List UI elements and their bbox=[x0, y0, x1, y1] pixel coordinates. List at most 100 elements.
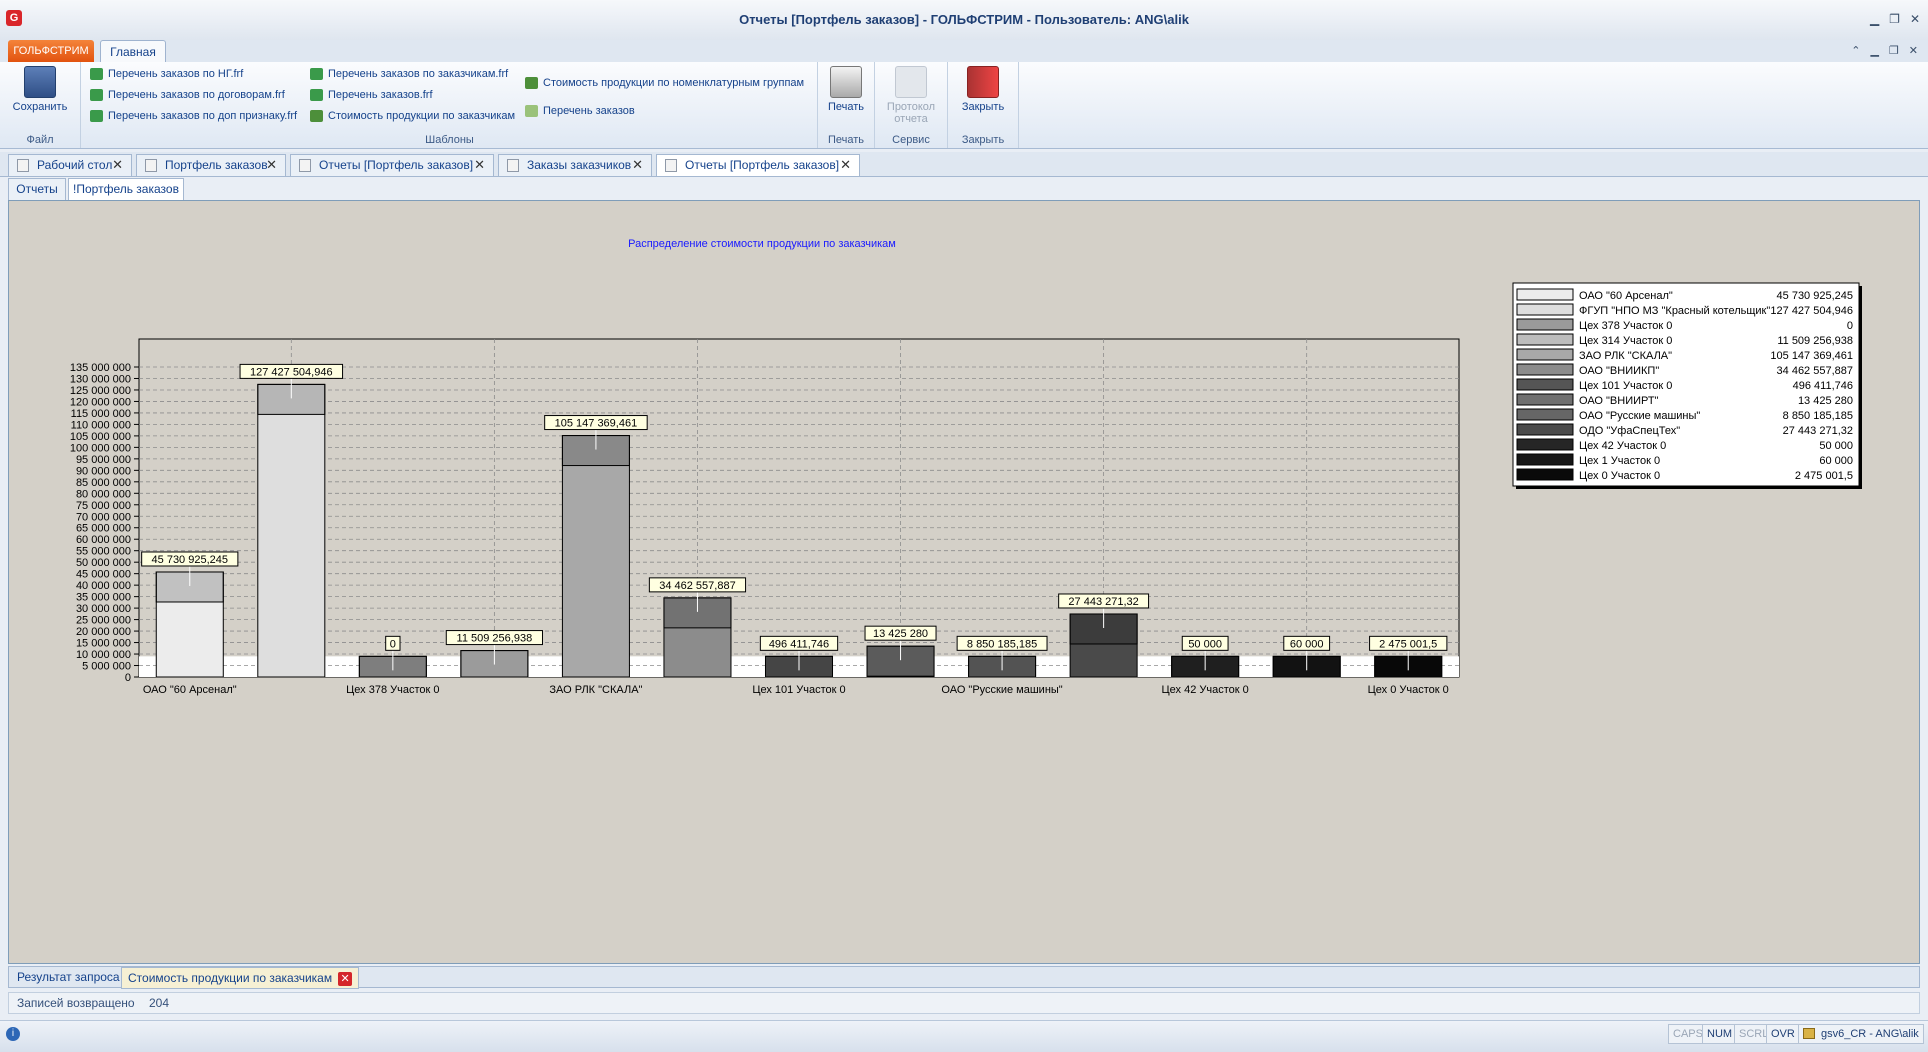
print-button[interactable]: Печать bbox=[816, 66, 876, 113]
close-icon[interactable]: ✕ bbox=[1910, 12, 1920, 26]
template-button-extra[interactable]: Перечень заказов по доп признаку.frf bbox=[90, 107, 297, 125]
data-label: 496 411,746 bbox=[769, 638, 829, 650]
close-tab-icon[interactable]: ✕ bbox=[266, 155, 277, 175]
num-indicator: NUM bbox=[1702, 1024, 1738, 1044]
save-button[interactable]: Сохранить bbox=[10, 66, 70, 113]
legend-value: 34 462 557,887 bbox=[1777, 365, 1853, 377]
legend-entry: ОАО "ВНИИРТ" bbox=[1579, 395, 1659, 407]
legend-swatch bbox=[1516, 423, 1574, 436]
bar-chart-icon bbox=[525, 77, 538, 89]
data-label: 8 850 185,185 bbox=[967, 638, 1037, 650]
template-button-cost-customers[interactable]: Стоимость продукции по заказчикам bbox=[310, 107, 515, 125]
lock-icon bbox=[1803, 1028, 1815, 1039]
legend-entry: ЗАО РЛК "СКАЛА" bbox=[1579, 350, 1672, 362]
tab-chart-cost[interactable]: Стоимость продукции по заказчикам ✕ bbox=[121, 967, 360, 989]
restore-icon[interactable]: ❐ bbox=[1889, 12, 1900, 26]
subtab-reports[interactable]: Отчеты bbox=[8, 178, 66, 200]
tab-reports-1[interactable]: Отчеты [Портфель заказов] ✕ bbox=[290, 154, 494, 176]
template-button-orders-list[interactable]: Перечень заказов bbox=[525, 102, 635, 120]
template-button-cost-groups[interactable]: Стоимость продукции по номенклатурным гр… bbox=[525, 74, 804, 92]
y-tick-label: 130 000 000 bbox=[70, 373, 131, 385]
status-bar: i CAPS NUM SCRL OVR gsv6_CR - ANG\alik bbox=[0, 1020, 1928, 1052]
report-protocol-button[interactable]: Протокол отчета bbox=[881, 66, 941, 125]
mdi-restore-icon[interactable]: ❐ bbox=[1889, 44, 1899, 57]
minimize-icon[interactable]: ▁ bbox=[1870, 12, 1879, 26]
y-tick-label: 90 000 000 bbox=[76, 465, 131, 477]
y-tick-label: 85 000 000 bbox=[76, 477, 131, 489]
legend-value: 13 425 280 bbox=[1798, 395, 1853, 407]
legend-value: 496 411,746 bbox=[1793, 380, 1853, 392]
template-button-orders[interactable]: Перечень заказов.frf bbox=[310, 86, 433, 104]
legend-swatch bbox=[1516, 393, 1574, 406]
y-tick-label: 30 000 000 bbox=[76, 603, 131, 615]
document-icon bbox=[145, 159, 157, 172]
legend-value: 27 443 271,32 bbox=[1783, 425, 1853, 437]
report-icon bbox=[310, 68, 323, 80]
tab-desktop[interactable]: Рабочий стол ✕ bbox=[8, 154, 132, 176]
legend-value: 2 475 001,5 bbox=[1795, 470, 1853, 482]
bar-chart-icon bbox=[310, 110, 323, 122]
y-tick-label: 55 000 000 bbox=[76, 546, 131, 558]
close-tab-icon[interactable]: ✕ bbox=[840, 155, 851, 175]
report-chart-panel: Распределение стоимости продукции по зак… bbox=[8, 200, 1920, 964]
printer-icon bbox=[830, 66, 862, 98]
report-icon bbox=[90, 68, 103, 80]
close-tab-icon[interactable]: ✕ bbox=[474, 155, 485, 175]
close-button[interactable]: Закрыть bbox=[953, 66, 1013, 113]
tab-main[interactable]: Главная bbox=[100, 40, 166, 62]
tab-portfolio[interactable]: Портфель заказов ✕ bbox=[136, 154, 286, 176]
template-button-contracts[interactable]: Перечень заказов по договорам.frf bbox=[90, 86, 285, 104]
y-tick-label: 5 000 000 bbox=[82, 661, 131, 673]
data-label: 127 427 504,946 bbox=[250, 366, 333, 378]
group-label-close: Закрыть bbox=[961, 134, 1005, 146]
y-tick-label: 100 000 000 bbox=[70, 442, 131, 454]
legend-entry: ОАО "60 Арсенал" bbox=[1579, 290, 1673, 302]
tab-query-result[interactable]: Результат запроса bbox=[11, 967, 126, 987]
legend-value: 0 bbox=[1847, 320, 1853, 332]
y-tick-label: 40 000 000 bbox=[76, 580, 131, 592]
data-label: 11 509 256,938 bbox=[457, 633, 533, 645]
ribbon-collapse-icon[interactable]: ⌃ bbox=[1851, 44, 1860, 57]
bar bbox=[257, 383, 326, 678]
app-menu-tab[interactable]: ГОЛЬФСТРИМ bbox=[8, 40, 94, 62]
ribbon-tab-strip: ГОЛЬФСТРИМ Главная ⌃ ▁ ❐ ✕ bbox=[0, 40, 1928, 62]
chart-title: Распределение стоимости продукции по зак… bbox=[628, 238, 896, 250]
tab-customer-orders[interactable]: Заказы заказчиков ✕ bbox=[498, 154, 652, 176]
exit-door-icon bbox=[967, 66, 999, 98]
y-tick-label: 115 000 000 bbox=[71, 408, 131, 420]
template-button-ng[interactable]: Перечень заказов по НГ.frf bbox=[90, 65, 243, 83]
legend-value: 105 147 369,461 bbox=[1770, 350, 1853, 362]
table-icon bbox=[525, 105, 538, 117]
mdi-minimize-icon[interactable]: ▁ bbox=[1870, 44, 1878, 57]
title-bar: G Отчеты [Портфель заказов] - ГОЛЬФСТРИМ… bbox=[0, 0, 1928, 41]
legend-value: 45 730 925,245 bbox=[1777, 290, 1853, 302]
info-icon[interactable]: i bbox=[6, 1027, 20, 1041]
legend-entry: ОАО "ВНИИКП" bbox=[1579, 365, 1659, 377]
legend-entry: ОАО "Русские машины" bbox=[1579, 410, 1700, 422]
group-label-templates: Шаблоны bbox=[425, 134, 474, 146]
legend-entry: Цех 314 Участок 0 bbox=[1579, 335, 1672, 347]
legend-entry: Цех 378 Участок 0 bbox=[1579, 320, 1672, 332]
template-button-customers[interactable]: Перечень заказов по заказчикам.frf bbox=[310, 65, 508, 83]
close-tab-icon[interactable]: ✕ bbox=[338, 971, 353, 986]
mdi-close-icon[interactable]: ✕ bbox=[1909, 44, 1918, 57]
legend-value: 11 509 256,938 bbox=[1777, 335, 1853, 347]
records-bar: Записей возвращено 204 bbox=[8, 992, 1920, 1014]
close-tab-icon[interactable]: ✕ bbox=[112, 155, 123, 175]
group-label-service: Сервис bbox=[892, 134, 930, 146]
close-tab-icon[interactable]: ✕ bbox=[632, 155, 643, 175]
legend-value: 50 000 bbox=[1819, 440, 1853, 452]
subtab-portfolio[interactable]: !Портфель заказов bbox=[68, 178, 184, 200]
ovr-indicator: OVR bbox=[1766, 1024, 1800, 1044]
legend-swatch bbox=[1516, 318, 1574, 331]
legend-swatch bbox=[1516, 303, 1574, 316]
y-tick-label: 105 000 000 bbox=[70, 431, 131, 443]
legend-entry: Цех 0 Участок 0 bbox=[1579, 470, 1660, 482]
tab-reports-active[interactable]: Отчеты [Портфель заказов] ✕ bbox=[656, 154, 860, 176]
y-tick-label: 20 000 000 bbox=[76, 626, 131, 638]
protocol-icon bbox=[895, 66, 927, 98]
y-tick-label: 50 000 000 bbox=[76, 557, 131, 569]
y-tick-label: 125 000 000 bbox=[70, 385, 131, 397]
report-icon bbox=[90, 110, 103, 122]
legend-swatch bbox=[1516, 453, 1574, 466]
